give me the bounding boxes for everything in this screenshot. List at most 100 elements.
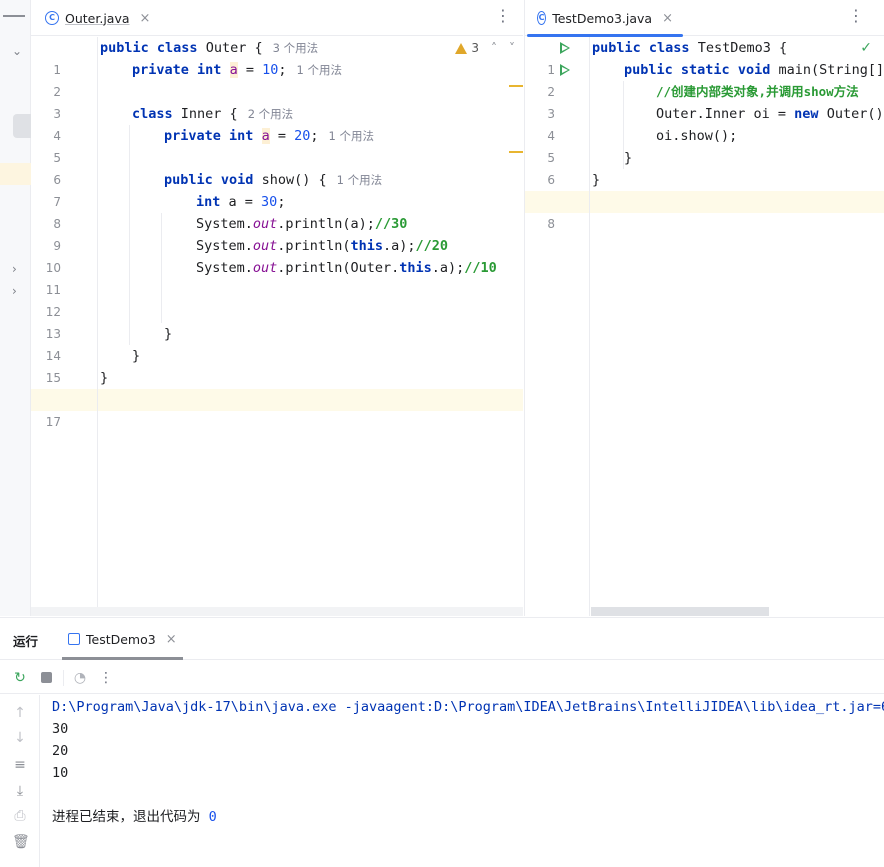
exit-code: 0 xyxy=(208,809,217,825)
method-call: .println(Outer. xyxy=(277,260,400,276)
chevron-right-icon[interactable]: › xyxy=(12,262,17,276)
rerun-icon[interactable]: ↻ xyxy=(12,670,28,686)
close-icon[interactable]: × xyxy=(166,632,177,647)
brace: { xyxy=(246,40,263,56)
arrow-up-icon[interactable]: ↑ xyxy=(12,705,28,721)
code-area[interactable]: 1 public class TestDemo3 { 2 public stat… xyxy=(525,37,884,616)
console-output[interactable]: D:\Program\Java\jdk-17\bin\java.exe -jav… xyxy=(40,695,884,867)
keyword: int xyxy=(229,128,254,144)
brace: } xyxy=(164,326,173,342)
keyword: public xyxy=(100,40,149,56)
method-call: .a); xyxy=(382,238,416,254)
editor-tab-bar: C Outer.java × ⋮ xyxy=(31,0,523,36)
keyword: static xyxy=(680,62,730,78)
line-number: 8 xyxy=(547,217,555,231)
brace: } xyxy=(100,370,109,386)
more-options-icon[interactable]: ⋮ xyxy=(848,8,864,24)
editor-outer-java: C Outer.java × ⋮ 3 ˄ ˅ 1 public class Ou… xyxy=(31,0,523,616)
keyword: private xyxy=(164,128,221,144)
operator: = xyxy=(269,128,295,144)
keyword: this xyxy=(350,238,383,254)
method-name: main(String[] xyxy=(778,62,884,78)
tab-testdemo3-java[interactable]: C TestDemo3.java × xyxy=(527,0,683,37)
chevron-right-icon[interactable]: › xyxy=(12,284,17,298)
code-line: 5 private int a = 20; 1 个用法 xyxy=(31,125,523,165)
local-var: a = xyxy=(228,194,262,210)
console-output-line: 10 xyxy=(52,765,69,781)
code-line-current: 8 xyxy=(525,191,884,231)
usage-hint[interactable]: 3 个用法 xyxy=(273,41,318,55)
close-icon[interactable]: × xyxy=(662,11,673,26)
keyword: class xyxy=(156,40,198,56)
more-options-icon[interactable]: ⋮ xyxy=(98,670,114,686)
selected-row-highlight xyxy=(0,163,31,185)
print-icon[interactable]: ⎙ xyxy=(12,808,28,824)
usage-hint[interactable]: 2 个用法 xyxy=(248,107,293,121)
tab-outer-java[interactable]: C Outer.java × xyxy=(35,0,160,36)
close-icon[interactable]: × xyxy=(140,11,151,26)
brace: } xyxy=(132,348,141,364)
usage-hint[interactable]: 1 个用法 xyxy=(297,63,342,77)
usage-hint[interactable]: 1 个用法 xyxy=(337,173,382,187)
run-icon[interactable] xyxy=(560,42,570,54)
more-options-icon[interactable]: ⋮ xyxy=(495,8,511,24)
number-literal: 10 xyxy=(262,62,279,78)
trash-icon[interactable]: 🗑 xyxy=(12,834,30,850)
horizontal-scrollbar-track[interactable] xyxy=(31,607,523,616)
code-line: 8 int a = 30; xyxy=(31,191,523,231)
declaration: Outer.Inner oi = xyxy=(656,106,795,122)
console-side-toolbar: ↑ ↓ ≡ ⤓ ⎙ 🗑 xyxy=(0,695,40,867)
code-line: 12 xyxy=(31,279,523,319)
brace: } xyxy=(624,150,633,166)
run-tab-label: TestDemo3 xyxy=(86,631,156,647)
run-header: 运行 TestDemo3 × xyxy=(0,618,884,660)
comment: //20 xyxy=(415,238,448,254)
keyword: void xyxy=(220,172,254,188)
keyword: this xyxy=(399,260,432,276)
class-name: TestDemo3 xyxy=(697,40,771,56)
code-line: 7 } xyxy=(525,169,884,209)
keyword: public xyxy=(592,40,641,56)
chevron-down-icon[interactable]: ⌄ xyxy=(12,44,22,58)
method-call: .println( xyxy=(277,238,351,254)
line-number: 17 xyxy=(45,415,61,429)
scroll-thumb[interactable] xyxy=(13,114,31,138)
keyword: void xyxy=(737,62,771,78)
method-call: .a); xyxy=(431,260,465,276)
gutter-separator xyxy=(97,37,98,616)
code-line-current: 17 xyxy=(31,389,523,429)
profiler-icon[interactable]: ◔ xyxy=(72,670,88,686)
stop-icon[interactable] xyxy=(38,670,54,686)
keyword: public xyxy=(624,62,673,78)
class-name: Inner xyxy=(180,106,222,122)
class-name: Outer xyxy=(205,40,247,56)
code-line: 5 oi.show(); xyxy=(525,125,884,165)
code-line: 2 private int a = 10; 1 个用法 xyxy=(31,59,523,99)
collapse-dash-icon[interactable] xyxy=(3,15,25,17)
brace: { xyxy=(770,40,788,56)
code-line: 6 xyxy=(31,147,523,187)
code-line: 3 //创建内部类对象,并调用show方法 xyxy=(525,81,884,121)
comment: //10 xyxy=(464,260,497,276)
exit-message: 进程已结束，退出代码为 xyxy=(52,809,209,825)
soft-wrap-icon[interactable]: ≡ xyxy=(12,757,28,773)
keyword: new xyxy=(794,106,819,122)
code-area[interactable]: 1 public class Outer {3 个用法 2 private in… xyxy=(31,37,523,616)
run-toolbar: ↻ ◔ ⋮ xyxy=(0,662,884,694)
usage-hint[interactable]: 1 个用法 xyxy=(329,129,374,143)
code-line: 1 public class TestDemo3 { xyxy=(525,37,884,77)
code-line: 10 System.out.println(this.a);//20 xyxy=(31,235,523,275)
brace: { xyxy=(221,106,238,122)
run-icon[interactable] xyxy=(560,64,570,76)
scroll-to-end-icon[interactable]: ⤓ xyxy=(12,783,28,799)
tab-run-testdemo3[interactable]: TestDemo3 × xyxy=(62,618,183,660)
code-line: 11 System.out.println(Outer.this.a);//10 xyxy=(31,257,523,297)
operator: = xyxy=(237,62,263,78)
tab-label: TestDemo3.java xyxy=(552,10,653,26)
arrow-down-icon[interactable]: ↓ xyxy=(12,730,28,746)
horizontal-scrollbar-thumb[interactable] xyxy=(591,607,769,616)
comment: //30 xyxy=(374,216,408,232)
code-line: 6 } xyxy=(525,147,884,187)
keyword: int xyxy=(196,194,221,210)
